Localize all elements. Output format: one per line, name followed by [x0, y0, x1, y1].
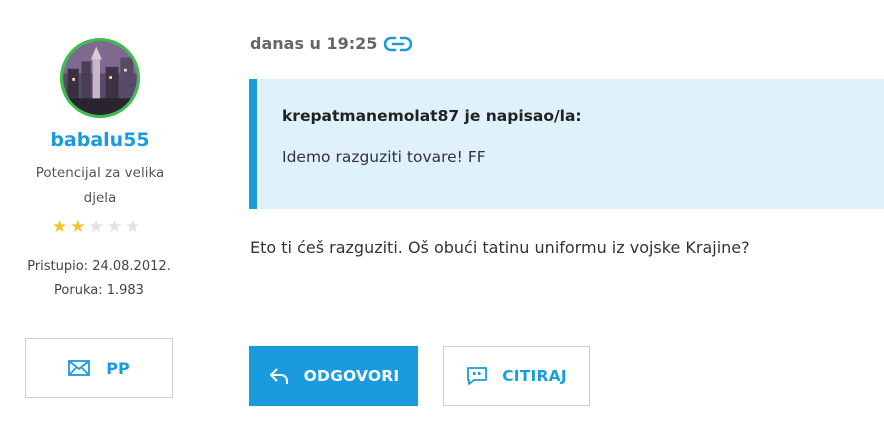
star-icon: ★ [52, 217, 68, 237]
avatar-image [63, 41, 137, 115]
link-icon [383, 36, 413, 52]
avatar[interactable] [60, 38, 140, 118]
rating-stars: ★ ★ ★ ★ ★ [52, 217, 140, 237]
user-rank: Potencijal za velika djela [35, 165, 165, 206]
reply-icon [269, 368, 288, 384]
reply-button[interactable]: ODGOVORI [249, 346, 418, 406]
quote-text: Idemo razguziti tovare! FF [282, 148, 486, 166]
star-icon: ★ [88, 217, 104, 237]
join-date: Pristupio: 24.08.2012. [27, 259, 171, 274]
user-meta: Pristupio: 24.08.2012. Poruka: 1.983 [0, 255, 198, 303]
reply-label: ODGOVORI [303, 367, 400, 385]
post-time: danas u 19:25 [250, 34, 378, 53]
pm-label: PP [106, 358, 130, 378]
user-panel: babalu55 Potencijal za velika djela ★ ★ … [0, 0, 230, 434]
post-message: Eto ti ćeš razguziti. Oš obući tatinu un… [250, 238, 750, 257]
quote-block: krepatmanemolat87 je napisao/la: Idemo r… [249, 79, 884, 209]
quote-icon [467, 367, 488, 385]
star-icon: ★ [70, 217, 86, 237]
post-count: Poruka: 1.983 [54, 283, 144, 298]
mail-icon [68, 360, 91, 376]
private-message-button[interactable]: PP [25, 338, 173, 398]
permalink-button[interactable] [383, 34, 413, 54]
quote-label: CITIRAJ [502, 367, 567, 385]
quote-button[interactable]: CITIRAJ [443, 346, 590, 406]
star-icon: ★ [125, 217, 141, 237]
star-icon: ★ [106, 217, 122, 237]
username[interactable]: babalu55 [0, 129, 200, 151]
quote-author: krepatmanemolat87 je napisao/la: [282, 107, 582, 125]
